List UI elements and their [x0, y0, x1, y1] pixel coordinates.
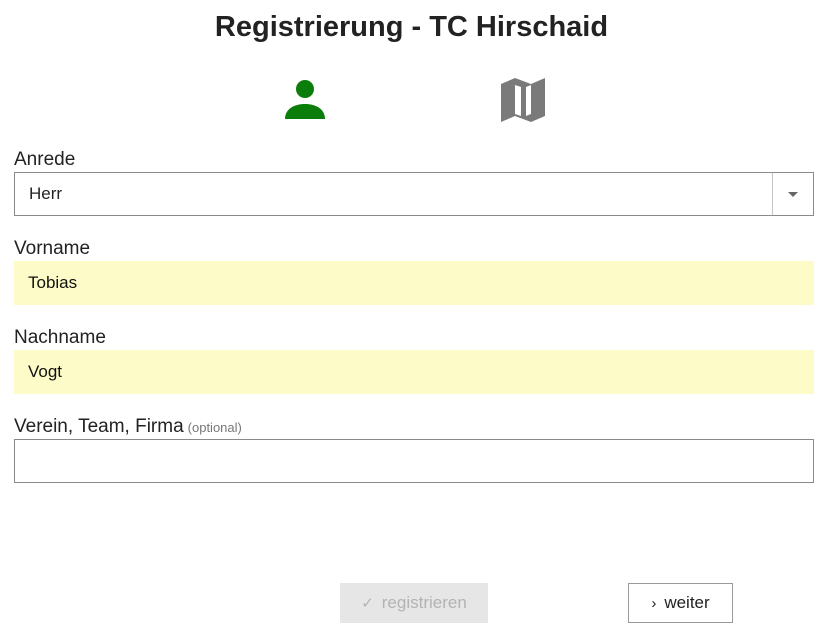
page-title: Registrierung - TC Hirschaid [214, 11, 609, 43]
register-label: registrieren [381, 593, 467, 612]
next-label: weiter [664, 593, 710, 612]
optional-hint: (optional) [187, 420, 242, 435]
club-label-text: Verein, Team, Firma [14, 416, 184, 437]
last-name-input[interactable] [14, 350, 814, 394]
check-icon: ✓ [361, 594, 374, 612]
club-input[interactable] [14, 439, 814, 483]
salutation-select[interactable]: Herr [14, 172, 814, 216]
salutation-label: Anrede [14, 149, 76, 170]
first-name-label: Vorname [14, 238, 91, 259]
last-name-label: Nachname [14, 327, 106, 348]
person-icon[interactable] [281, 76, 329, 124]
chevron-right-icon: › [651, 594, 657, 612]
caret-down-icon [788, 192, 798, 197]
salutation-value: Herr [29, 184, 63, 203]
map-icon[interactable] [499, 76, 547, 124]
first-name-input[interactable] [14, 261, 814, 305]
club-label: Verein, Team, Firma (optional) [14, 416, 242, 439]
next-button[interactable]: › weiter [628, 583, 733, 623]
registration-page: Registrierung - TC Hirschaid Anrede Herr… [0, 0, 823, 632]
salutation-dropdown-toggle[interactable] [772, 173, 813, 215]
register-button[interactable]: ✓ registrieren [340, 583, 488, 623]
